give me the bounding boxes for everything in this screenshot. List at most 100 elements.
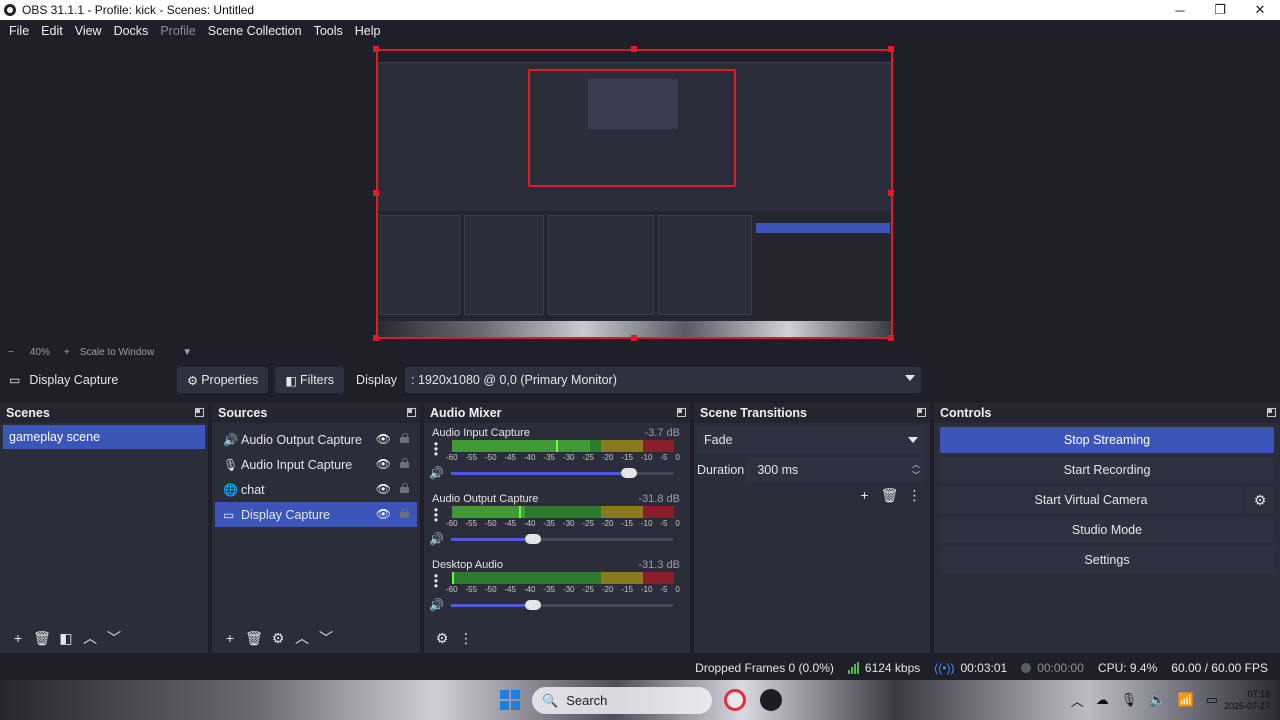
undock-icon[interactable] bbox=[195, 408, 204, 417]
add-transition-icon[interactable]: + bbox=[852, 487, 877, 504]
visibility-eye-icon[interactable]: 👁 bbox=[376, 507, 391, 521]
display-select[interactable]: : 1920x1080 @ 0,0 (Primary Monitor) bbox=[405, 367, 922, 393]
menu-scene-collection[interactable]: Scene Collection bbox=[202, 24, 308, 38]
source-item-display-capture[interactable]: ▭ Display Capture 👁 bbox=[215, 502, 417, 527]
source-properties-gear-icon[interactable]: ⚙ bbox=[266, 630, 290, 647]
spin-arrows-icon[interactable]: ︿ ﹀ bbox=[912, 459, 920, 481]
remove-scene-icon[interactable]: 🗑 bbox=[30, 630, 54, 647]
source-item-audio-output[interactable]: 🔊 Audio Output Capture 👁 bbox=[215, 427, 417, 452]
scene-item-gameplay[interactable]: gameplay scene bbox=[3, 425, 205, 449]
transition-menu-icon[interactable]: ⋮ bbox=[902, 487, 927, 504]
studio-mode-button[interactable]: Studio Mode bbox=[940, 517, 1274, 543]
filters-button[interactable]: ◧ Filters bbox=[275, 367, 345, 393]
speaker-icon[interactable]: 🔊 bbox=[429, 466, 444, 480]
resize-handle-br[interactable] bbox=[888, 335, 894, 341]
resize-handle-bl[interactable] bbox=[373, 335, 379, 341]
menu-view[interactable]: View bbox=[69, 24, 108, 38]
resize-handle-r[interactable] bbox=[888, 190, 894, 196]
battery-icon[interactable]: ▭ bbox=[1206, 692, 1218, 708]
channel-menu-icon[interactable]: • • • bbox=[432, 570, 440, 592]
resize-handle-tr[interactable] bbox=[888, 46, 894, 52]
volume-tray-icon[interactable]: 🔈 bbox=[1149, 692, 1165, 708]
status-bar: Dropped Frames 0 (0.0%) 6124 kbps ((•)) … bbox=[0, 656, 1280, 680]
chevron-up-icon[interactable]: ︿ bbox=[1071, 691, 1084, 710]
advanced-audio-gear-icon[interactable]: ⚙ bbox=[430, 630, 454, 647]
start-virtual-camera-button[interactable]: Start Virtual Camera bbox=[940, 487, 1242, 513]
move-up-icon[interactable]: ︿ bbox=[290, 628, 314, 648]
source-item-chat[interactable]: 🌐 chat 👁 bbox=[215, 477, 417, 502]
minimize-button[interactable]: ─ bbox=[1160, 0, 1200, 20]
add-source-icon[interactable]: + bbox=[218, 630, 242, 646]
lock-icon[interactable] bbox=[400, 483, 409, 493]
windows-taskbar: 🔍 Search ︿ ☁ 🎙 🔈 📶 ▭ 07:18 2025-07-27 bbox=[0, 680, 1280, 720]
menu-file[interactable]: File bbox=[3, 24, 35, 38]
opera-icon[interactable] bbox=[724, 689, 746, 711]
meter-level bbox=[452, 440, 590, 452]
scale-mode-label[interactable]: Scale to Window bbox=[80, 347, 154, 358]
remove-source-icon[interactable]: 🗑 bbox=[242, 630, 266, 647]
preview-canvas[interactable] bbox=[376, 49, 893, 339]
microphone-tray-icon[interactable]: 🎙 bbox=[1121, 692, 1138, 708]
scale-tick: -30 bbox=[562, 519, 575, 528]
channel-menu-icon[interactable]: • • • bbox=[432, 504, 440, 526]
close-button[interactable]: ✕ bbox=[1240, 0, 1280, 20]
undock-icon[interactable] bbox=[1267, 408, 1276, 417]
volume-slider[interactable] bbox=[451, 534, 673, 544]
menu-tools[interactable]: Tools bbox=[308, 24, 349, 38]
windows-start-icon[interactable] bbox=[500, 690, 520, 710]
resize-handle-t[interactable] bbox=[631, 46, 637, 52]
move-up-icon[interactable]: ︿ bbox=[78, 628, 102, 648]
taskbar-clock[interactable]: 07:18 2025-07-27 bbox=[1224, 688, 1270, 712]
volume-slider-thumb[interactable] bbox=[525, 534, 542, 544]
visibility-eye-icon[interactable]: 👁 bbox=[376, 482, 391, 496]
add-scene-icon[interactable]: + bbox=[6, 630, 30, 646]
resize-handle-b[interactable] bbox=[631, 335, 637, 341]
duration-input[interactable]: 300 ms ︿ ﹀ bbox=[746, 457, 924, 483]
menu-profile[interactable]: Profile bbox=[154, 24, 201, 38]
move-down-icon[interactable]: ﹀ bbox=[314, 628, 338, 648]
mixer-menu-icon[interactable]: ⋮ bbox=[454, 630, 478, 647]
properties-button[interactable]: ⚙ Properties bbox=[177, 367, 269, 393]
cloud-icon[interactable]: ☁ bbox=[1096, 692, 1109, 708]
volume-slider[interactable] bbox=[451, 600, 673, 610]
visibility-eye-icon[interactable]: 👁 bbox=[376, 457, 391, 471]
zoom-out-button[interactable]: − bbox=[8, 347, 14, 358]
transition-select[interactable]: Fade bbox=[697, 427, 924, 453]
scale-mode-dropdown-icon[interactable]: ▼ bbox=[182, 347, 192, 358]
stop-streaming-button[interactable]: Stop Streaming bbox=[940, 427, 1274, 453]
visibility-eye-icon[interactable]: 👁 bbox=[376, 432, 391, 446]
preview-area[interactable] bbox=[0, 42, 1280, 344]
start-recording-button[interactable]: Start Recording bbox=[940, 457, 1274, 483]
volume-slider[interactable] bbox=[451, 468, 673, 478]
speaker-icon[interactable]: 🔊 bbox=[429, 532, 444, 546]
zoom-in-button[interactable]: + bbox=[64, 347, 70, 358]
speaker-icon[interactable]: 🔊 bbox=[429, 598, 444, 612]
channel-menu-icon[interactable]: • • • bbox=[432, 438, 440, 460]
wifi-icon[interactable]: 📶 bbox=[1177, 692, 1193, 708]
source-item-audio-input[interactable]: 🎙 Audio Input Capture 👁 bbox=[215, 452, 417, 477]
undock-icon[interactable] bbox=[917, 408, 926, 417]
volume-slider-thumb[interactable] bbox=[620, 468, 637, 478]
resize-handle-l[interactable] bbox=[373, 190, 379, 196]
resize-handle-tl[interactable] bbox=[373, 46, 379, 52]
scale-tick: -55 bbox=[465, 453, 478, 462]
lock-icon[interactable] bbox=[400, 433, 409, 443]
undock-icon[interactable] bbox=[407, 408, 416, 417]
maximize-button[interactable]: ❐ bbox=[1200, 0, 1240, 20]
menu-docks[interactable]: Docks bbox=[108, 24, 155, 38]
move-down-icon[interactable]: ﹀ bbox=[102, 628, 126, 648]
menu-help[interactable]: Help bbox=[349, 24, 387, 38]
undock-icon[interactable] bbox=[677, 408, 686, 417]
menu-edit[interactable]: Edit bbox=[35, 24, 69, 38]
obs-taskbar-icon[interactable] bbox=[760, 689, 782, 711]
volume-slider-thumb[interactable] bbox=[525, 600, 542, 610]
scene-filters-icon[interactable]: ◧ bbox=[54, 630, 78, 647]
remove-transition-icon[interactable]: 🗑 bbox=[877, 487, 902, 504]
lock-icon[interactable] bbox=[400, 508, 409, 518]
virtual-camera-gear-icon[interactable]: ⚙ bbox=[1246, 487, 1274, 513]
settings-button[interactable]: Settings bbox=[940, 547, 1274, 573]
mixer-channel: Audio Input Capture -3.7 dB • • • -60 -55 -50 -4… bbox=[424, 423, 690, 489]
lock-icon[interactable] bbox=[400, 458, 409, 468]
mixer-footer: ⚙ ⋮ bbox=[424, 623, 690, 653]
taskbar-search[interactable]: 🔍 Search bbox=[532, 687, 712, 714]
